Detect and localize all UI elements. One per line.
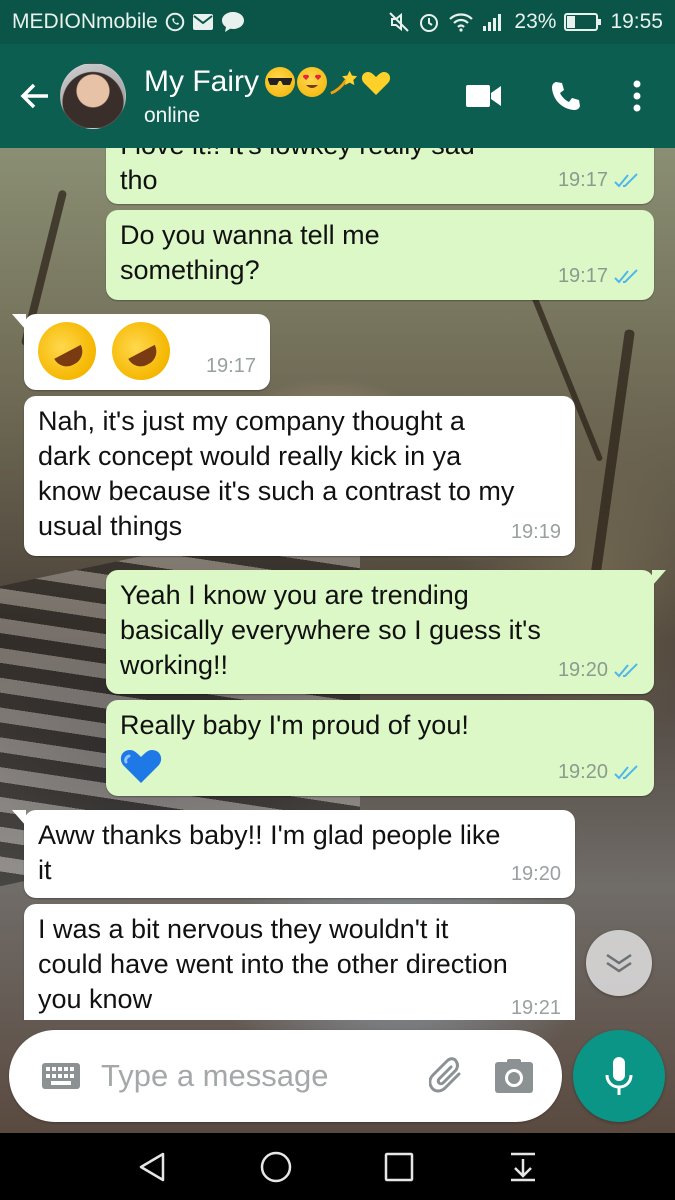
video-call-button[interactable] <box>443 66 525 126</box>
message-time: 19:20 <box>557 659 608 681</box>
back-arrow-icon <box>20 83 48 109</box>
bubble-tail <box>12 314 26 330</box>
heart-eyes-emoji-icon <box>297 67 327 97</box>
message-time: 19:20 <box>557 761 608 783</box>
mute-icon <box>388 11 410 33</box>
wifi-icon <box>448 12 474 32</box>
whatsapp-icon <box>164 11 186 33</box>
dizzy-emoji-icon <box>329 67 359 97</box>
system-nav-bar <box>0 1133 675 1200</box>
video-call-icon <box>466 85 501 107</box>
message-time: 19:17 <box>205 355 256 377</box>
nav-back-button[interactable] <box>122 1137 182 1197</box>
signal-icon <box>482 12 506 32</box>
chat-header: My Fairy online <box>0 44 675 148</box>
rolling-on-floor-laughing-emoji-icon <box>27 311 107 391</box>
message-time: 19:19 <box>510 521 561 543</box>
message-bubble-incoming[interactable]: I was a bit nervous they wouldn't it cou… <box>24 904 575 1020</box>
contact-name: My Fairy <box>144 65 259 98</box>
keyboard-icon[interactable] <box>35 1050 87 1102</box>
blue-heart-emoji-icon <box>120 747 162 789</box>
avatar[interactable] <box>60 63 126 129</box>
voice-message-button[interactable] <box>573 1030 665 1122</box>
talk-icon <box>220 10 246 34</box>
more-options-button[interactable] <box>607 66 667 126</box>
notification-pull-icon <box>511 1152 536 1181</box>
battery-icon <box>564 12 602 32</box>
message-bubble-outgoing[interactable]: I love it!! It's lowkey really sad tho 1… <box>106 148 654 204</box>
read-receipt-icon <box>614 662 638 677</box>
carrier-name: MEDIONmobile <box>12 10 158 33</box>
yellow-heart-emoji-icon <box>361 67 391 97</box>
rolling-on-floor-laughing-emoji-icon <box>101 311 180 391</box>
message-bubble-outgoing[interactable]: Do you wanna tell me something? 19:17 <box>106 210 654 300</box>
mic-icon <box>605 1057 633 1095</box>
presence-status: online <box>144 104 201 127</box>
message-bubble-incoming[interactable]: Aww thanks baby!! I'm glad people like i… <box>12 810 575 898</box>
message-text: Aww thanks baby!! I'm glad people like i… <box>38 820 501 885</box>
composer-bar: Type a message <box>0 1020 675 1133</box>
double-chevron-down-icon <box>606 953 632 973</box>
message-text: I was a bit nervous they wouldn't it cou… <box>38 914 508 1014</box>
scroll-to-bottom-button[interactable] <box>586 930 652 996</box>
sunglasses-emoji-icon <box>265 67 295 97</box>
status-bar: MEDIONmobile 23% 19:55 <box>0 0 675 44</box>
message-time: 19:17 <box>557 265 608 287</box>
message-bubble-incoming[interactable]: Nah, it's just my company thought a dark… <box>24 396 575 556</box>
alarm-icon <box>418 11 440 33</box>
contact-info[interactable]: My Fairy online <box>144 64 391 128</box>
message-time: 19:21 <box>510 997 561 1019</box>
read-receipt-icon <box>614 268 638 283</box>
nav-recents-button[interactable] <box>369 1137 429 1197</box>
message-text: I love it!! It's lowkey really sad <box>120 148 640 163</box>
nav-notification-button[interactable] <box>493 1137 553 1197</box>
voice-call-button[interactable] <box>525 66 607 126</box>
message-input[interactable]: Type a message <box>9 1030 562 1122</box>
nav-home-button[interactable] <box>246 1137 306 1197</box>
back-icon <box>139 1152 165 1181</box>
read-receipt-icon <box>614 764 638 779</box>
message-bubble-incoming[interactable]: 19:17 <box>12 311 270 391</box>
recents-icon <box>385 1152 414 1181</box>
message-list[interactable]: I love it!! It's lowkey really sad tho 1… <box>0 148 675 1020</box>
bubble-tail <box>652 570 666 586</box>
message-text: Really baby I'm proud of you! <box>120 710 469 740</box>
message-time: 19:17 <box>557 169 608 191</box>
voice-call-icon <box>552 82 580 110</box>
message-bubble-outgoing[interactable]: Really baby I'm proud of you! 19:20 <box>106 700 654 796</box>
message-time: 19:20 <box>510 863 561 885</box>
battery-percent: 23% <box>514 10 557 33</box>
message-text: Nah, it's just my company thought a dark… <box>38 406 515 541</box>
message-bubble-outgoing[interactable]: Yeah I know you are trending basically e… <box>106 570 666 694</box>
attach-icon[interactable] <box>422 1050 474 1102</box>
bubble-tail <box>12 810 26 826</box>
mail-icon <box>192 13 214 31</box>
message-input-placeholder: Type a message <box>101 1058 329 1093</box>
more-options-icon <box>633 80 641 112</box>
camera-icon[interactable] <box>488 1050 540 1102</box>
clock: 19:55 <box>610 10 663 33</box>
home-icon <box>260 1151 291 1182</box>
read-receipt-icon <box>614 172 638 187</box>
back-button[interactable] <box>8 69 62 123</box>
